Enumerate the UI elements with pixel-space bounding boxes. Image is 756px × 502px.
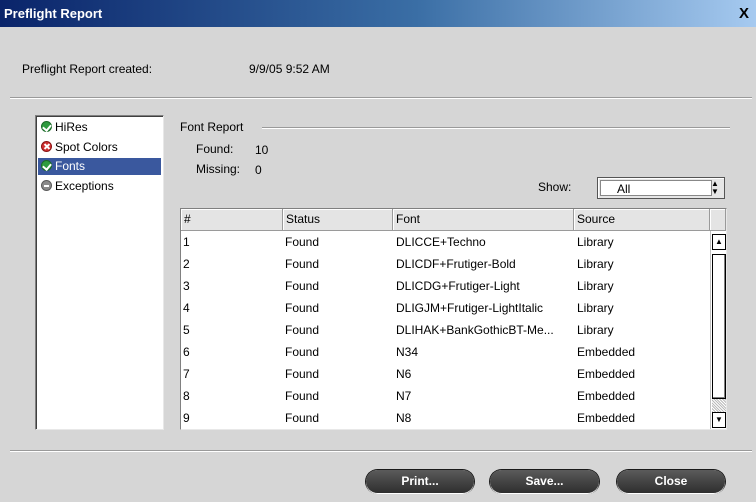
cell-status: Found — [285, 301, 320, 315]
cell-font: DLIHAK+BankGothicBT-Me... — [396, 323, 554, 337]
divider — [10, 97, 752, 99]
table-row[interactable]: 3 Found DLICDG+Frutiger-Light Library — [181, 275, 710, 297]
column-header-spacer — [710, 209, 726, 230]
cell-number: 5 — [183, 323, 190, 337]
cell-font: N34 — [396, 345, 419, 359]
category-item-spot-colors[interactable]: Spot Colors — [38, 139, 161, 156]
cell-number: 8 — [183, 389, 190, 403]
save-button[interactable]: Save... — [490, 470, 599, 493]
divider — [10, 450, 752, 452]
cell-font: N7 — [396, 389, 412, 403]
missing-count: 0 — [255, 163, 262, 177]
close-window-icon[interactable]: X — [736, 0, 752, 27]
cell-source: Library — [577, 257, 614, 271]
check-circle-icon — [41, 160, 52, 171]
cell-status: Found — [285, 411, 320, 425]
cell-status: Found — [285, 345, 320, 359]
cell-number: 7 — [183, 367, 190, 381]
scroll-track[interactable] — [712, 399, 726, 412]
category-item-hires[interactable]: HiRes — [38, 119, 161, 136]
category-label: Fonts — [55, 159, 86, 173]
scroll-down-icon[interactable]: ▼ — [712, 412, 726, 428]
cell-status: Found — [285, 279, 320, 293]
column-header-source[interactable]: Source — [574, 209, 710, 230]
x-circle-icon — [41, 141, 52, 152]
cell-source: Library — [577, 301, 614, 315]
category-item-fonts[interactable]: Fonts — [38, 158, 161, 175]
cell-number: 2 — [183, 257, 190, 271]
category-item-exceptions[interactable]: Exceptions — [38, 178, 161, 195]
table-header: # Status Font Source — [181, 209, 726, 231]
updown-arrows-icon: ▲ ▼ — [711, 179, 719, 196]
show-label: Show: — [538, 180, 572, 194]
column-header-font[interactable]: Font — [393, 209, 574, 230]
created-label: Preflight Report created: — [22, 62, 153, 76]
column-header-status[interactable]: Status — [283, 209, 393, 230]
title-bar: Preflight Report X — [0, 0, 756, 27]
cell-font: DLIGJM+Frutiger-LightItalic — [396, 301, 544, 315]
cell-source: Library — [577, 235, 614, 249]
cell-status: Found — [285, 235, 320, 249]
cell-number: 1 — [183, 235, 190, 249]
cell-number: 9 — [183, 411, 190, 425]
found-count: 10 — [255, 143, 269, 157]
cell-status: Found — [285, 257, 320, 271]
divider — [262, 127, 730, 129]
cell-source: Embedded — [577, 411, 636, 425]
cell-font: N6 — [396, 367, 412, 381]
category-label: HiRes — [55, 120, 88, 134]
cell-font: DLICCE+Techno — [396, 235, 486, 249]
table-scrollbar[interactable]: ▲ ▼ — [710, 231, 726, 429]
table-row[interactable]: 2 Found DLICDF+Frutiger-Bold Library — [181, 253, 710, 275]
cell-status: Found — [285, 389, 320, 403]
font-report-title: Font Report — [180, 120, 244, 134]
category-label: Exceptions — [55, 179, 114, 193]
cell-source: Library — [577, 323, 614, 337]
cell-source: Embedded — [577, 345, 636, 359]
cell-number: 4 — [183, 301, 190, 315]
table-row[interactable]: 1 Found DLICCE+Techno Library — [181, 231, 710, 253]
cell-status: Found — [285, 367, 320, 381]
category-list: HiRes Spot Colors Fonts Exceptions — [35, 115, 164, 430]
preflight-report-window: Preflight Report X Preflight Report crea… — [0, 0, 756, 502]
show-filter-value: All — [600, 180, 712, 196]
cell-font: DLICDG+Frutiger-Light — [396, 279, 520, 293]
table-row[interactable]: 8 Found N7 Embedded — [181, 385, 710, 407]
scroll-up-icon[interactable]: ▲ — [712, 234, 726, 250]
font-table: # Status Font Source 1 Found DLICCE+Techno… — [180, 208, 727, 430]
table-row[interactable]: 5 Found DLIHAK+BankGothicBT-Me... Library — [181, 319, 710, 341]
minus-circle-icon — [41, 180, 52, 191]
cell-number: 3 — [183, 279, 190, 293]
cell-font: N8 — [396, 411, 412, 425]
cell-number: 6 — [183, 345, 190, 359]
cell-source: Library — [577, 279, 614, 293]
table-row[interactable]: 7 Found N6 Embedded — [181, 363, 710, 385]
show-filter-select[interactable]: All ▲ ▼ — [597, 177, 725, 199]
scroll-thumb[interactable] — [712, 254, 726, 399]
table-row[interactable]: 4 Found DLIGJM+Frutiger-LightItalic Library — [181, 297, 710, 319]
missing-label: Missing: — [196, 162, 241, 176]
table-row[interactable]: 9 Found N8 Embedded — [181, 407, 710, 429]
created-value: 9/9/05 9:52 AM — [249, 62, 330, 76]
cell-source: Embedded — [577, 389, 636, 403]
cell-font: DLICDF+Frutiger-Bold — [396, 257, 516, 271]
table-row[interactable]: 6 Found N34 Embedded — [181, 341, 710, 363]
found-label: Found: — [196, 142, 234, 156]
category-label: Spot Colors — [55, 140, 118, 154]
column-header-number[interactable]: # — [181, 209, 283, 230]
cell-source: Embedded — [577, 367, 636, 381]
window-title: Preflight Report — [4, 6, 103, 21]
close-button[interactable]: Close — [617, 470, 725, 493]
print-button[interactable]: Print... — [366, 470, 474, 493]
cell-status: Found — [285, 323, 320, 337]
check-circle-icon — [41, 121, 52, 132]
